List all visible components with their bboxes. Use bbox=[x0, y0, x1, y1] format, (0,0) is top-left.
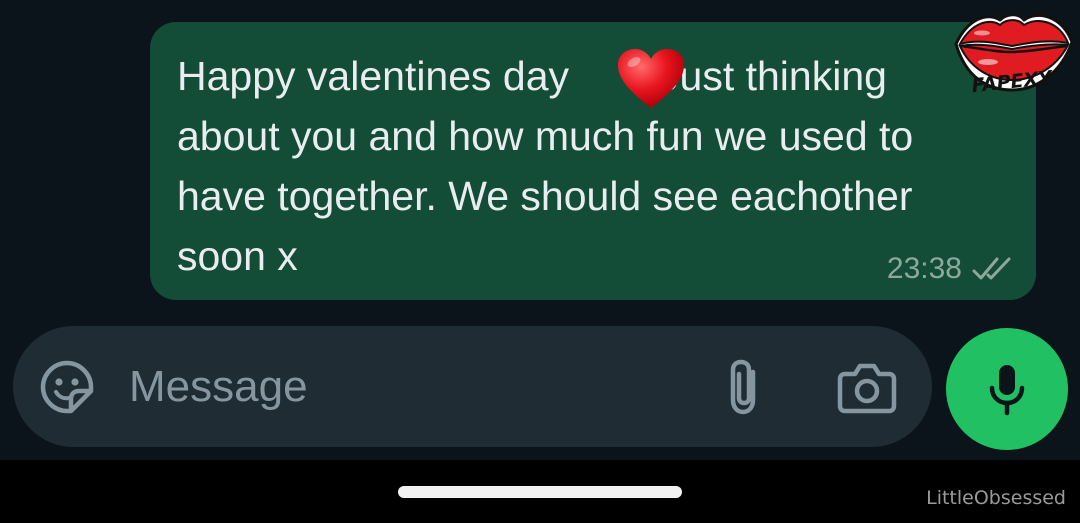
voice-record-button[interactable] bbox=[946, 328, 1068, 450]
message-line-3: have together. We should see eachother bbox=[177, 173, 913, 219]
system-navigation-bar: LittleObsessed bbox=[0, 460, 1080, 523]
paperclip-icon[interactable] bbox=[719, 356, 771, 418]
message-composer[interactable]: Message bbox=[13, 326, 932, 447]
microphone-icon bbox=[989, 365, 1025, 416]
sticker-icon[interactable] bbox=[39, 359, 95, 415]
camera-icon[interactable] bbox=[837, 360, 897, 414]
message-text: Happy valentines day Just thinking about … bbox=[177, 46, 1017, 286]
double-check-icon bbox=[972, 257, 1011, 280]
message-meta: 23:38 bbox=[887, 252, 1014, 286]
watermark: LittleObsessed bbox=[926, 487, 1066, 509]
home-gesture-bar[interactable] bbox=[398, 486, 682, 498]
message-line-1: Happy valentines day Just thinking bbox=[177, 46, 1017, 106]
red-heart-emoji bbox=[618, 49, 684, 108]
message-time: 23:38 bbox=[886, 252, 962, 285]
outgoing-message-bubble[interactable]: Happy valentines day Just thinking about … bbox=[150, 22, 1036, 300]
message-input[interactable]: Message bbox=[129, 362, 308, 412]
message-line-1-start: Happy valentines day bbox=[177, 53, 570, 99]
message-line-2: about you and how much fun we used to bbox=[177, 113, 914, 159]
fapexy-logo: FAPEXY bbox=[954, 13, 1074, 96]
message-line-1-end: Just thinking bbox=[659, 53, 887, 99]
